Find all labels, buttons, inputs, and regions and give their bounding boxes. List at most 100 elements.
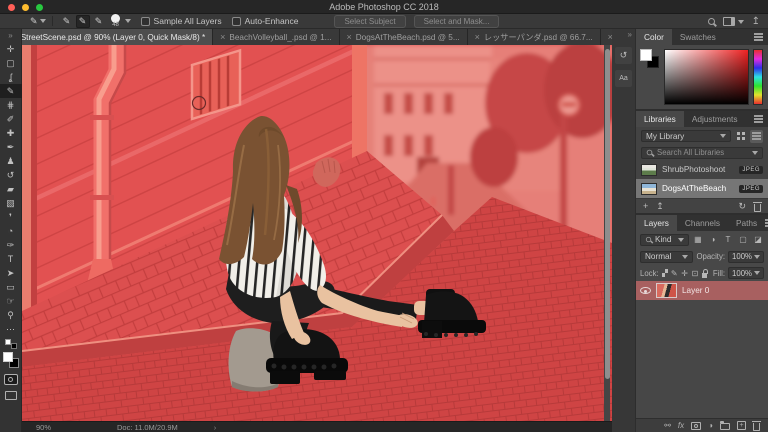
clone-stamp-tool[interactable]: ♟ xyxy=(0,154,22,168)
saturation-picker[interactable] xyxy=(664,49,749,105)
share-icon[interactable]: ↥ xyxy=(752,16,760,27)
shape-tool[interactable]: ▭ xyxy=(0,280,22,294)
add-layer-mask-icon[interactable] xyxy=(691,421,702,430)
tool-preset-caret-icon[interactable] xyxy=(39,19,46,23)
search-icon[interactable] xyxy=(707,18,715,25)
scrollbar-thumb[interactable] xyxy=(604,49,610,379)
link-layers-icon[interactable]: ⚯ xyxy=(664,421,671,430)
character-panel-icon[interactable]: Aa xyxy=(615,70,632,87)
lock-paint-icon[interactable]: ✎ xyxy=(671,267,678,280)
status-expander-icon[interactable]: › xyxy=(214,423,217,432)
lock-artboard-icon[interactable]: ⊡ xyxy=(691,267,699,280)
filter-type-select[interactable]: Kind xyxy=(640,233,689,246)
filter-smart-objects-icon[interactable]: ◪ xyxy=(752,233,764,246)
opacity-field[interactable]: 100% xyxy=(728,250,764,263)
filter-pixel-layers-icon[interactable]: ▦ xyxy=(692,233,704,246)
lock-transparency-icon[interactable] xyxy=(661,269,668,277)
quick-selection-tool[interactable]: ✎ xyxy=(0,84,22,98)
subtract-from-selection-button[interactable]: ✎ xyxy=(92,15,106,28)
foreground-color-swatch[interactable] xyxy=(640,49,652,61)
workspace-icon[interactable] xyxy=(722,17,735,26)
close-icon[interactable]: × xyxy=(347,32,352,42)
more-tools-button[interactable]: ⋯ xyxy=(0,322,22,336)
type-tool[interactable]: T xyxy=(0,252,22,266)
tool-preset-icon[interactable]: ✎ xyxy=(30,16,38,26)
tab-color[interactable]: Color xyxy=(636,29,672,45)
sample-all-layers-checkbox[interactable]: Sample All Layers xyxy=(140,16,222,26)
gradient-tool[interactable]: ▧ xyxy=(0,196,22,210)
eyedropper-tool[interactable]: ✐ xyxy=(0,112,22,126)
workspace-caret-icon[interactable] xyxy=(737,19,744,24)
close-icon[interactable]: × xyxy=(220,32,225,42)
select-and-mask-button[interactable]: Select and Mask... xyxy=(413,14,500,28)
tab-beachvolleyball[interactable]: × BeachVolleyball_.psd @ 1... xyxy=(213,29,340,45)
move-tool[interactable]: ✛ xyxy=(0,42,22,56)
quick-mask-mode-button[interactable] xyxy=(3,374,18,385)
upload-icon[interactable]: ↥ xyxy=(656,201,664,212)
add-content-icon[interactable]: + xyxy=(643,201,648,211)
new-adjustment-layer-icon[interactable]: ◑ xyxy=(708,421,713,430)
eraser-tool[interactable]: ▰ xyxy=(0,182,22,196)
close-icon[interactable]: × xyxy=(475,32,480,42)
path-selection-tool[interactable]: ➤ xyxy=(0,266,22,280)
brush-size-picker[interactable]: 48 xyxy=(109,14,123,28)
history-panel-icon[interactable]: ↺ xyxy=(615,47,632,64)
delete-library-item-icon[interactable] xyxy=(753,201,762,212)
tab-adjustments[interactable]: Adjustments xyxy=(684,111,746,127)
tools-collapse-icon[interactable]: » xyxy=(8,29,12,42)
foreground-color-swatch[interactable] xyxy=(2,352,13,362)
layer-effects-icon[interactable]: fx xyxy=(678,421,684,430)
tab-channels[interactable]: Channels xyxy=(677,215,728,231)
hand-tool[interactable]: ☞ xyxy=(0,294,22,308)
filter-type-layers-icon[interactable]: T xyxy=(722,233,734,246)
healing-brush-tool[interactable]: ✚ xyxy=(0,126,22,140)
zoom-tool[interactable]: ⚲ xyxy=(0,308,22,322)
lock-all-icon[interactable] xyxy=(701,268,708,278)
add-to-selection-button[interactable]: ✎ xyxy=(75,14,90,28)
filter-adjustment-layers-icon[interactable]: ◑ xyxy=(707,233,719,246)
tab-dogsatthebeach-psd[interactable]: × DogsAtTheBeach.psd @ 5... xyxy=(339,29,468,45)
delete-layer-icon[interactable] xyxy=(752,421,761,431)
brush-size-caret-icon[interactable] xyxy=(124,19,131,23)
canvas-vertical-scrollbar[interactable] xyxy=(604,45,610,421)
foreground-background-swatches[interactable] xyxy=(2,352,19,368)
blend-mode-select[interactable]: Normal xyxy=(640,250,694,263)
auto-enhance-checkbox[interactable]: Auto-Enhance xyxy=(231,16,298,26)
sync-icon[interactable]: ↻ xyxy=(738,201,746,212)
layer-thumbnail[interactable] xyxy=(656,283,677,298)
list-view-button[interactable] xyxy=(750,129,763,143)
screen-mode-button[interactable] xyxy=(4,391,17,400)
library-item-dogsatthebeach[interactable]: DogsAtTheBeach JPEG xyxy=(636,179,768,198)
new-selection-button[interactable]: ✎ xyxy=(60,15,74,28)
tab-swatches[interactable]: Swatches xyxy=(672,29,724,45)
lasso-tool[interactable]: ʆ xyxy=(0,70,22,84)
grid-view-button[interactable] xyxy=(734,130,747,143)
new-layer-icon[interactable]: + xyxy=(737,421,746,430)
layer-visibility-icon[interactable] xyxy=(640,287,651,294)
library-select[interactable]: My Library xyxy=(641,130,731,142)
lock-position-icon[interactable]: ✛ xyxy=(681,267,688,280)
select-subject-button[interactable]: Select Subject xyxy=(334,14,406,28)
brush-tool[interactable]: ✒ xyxy=(0,140,22,154)
library-search-input[interactable]: Search All Libraries xyxy=(641,146,763,159)
panel-menu-icon[interactable] xyxy=(754,36,763,38)
history-brush-tool[interactable]: ↺ xyxy=(0,168,22,182)
zoom-level-field[interactable]: 90% xyxy=(36,423,51,432)
dock-collapse-icon[interactable]: » xyxy=(628,29,632,41)
panel-menu-icon[interactable] xyxy=(754,118,763,120)
layer-row-layer0[interactable]: Layer 0 xyxy=(636,281,768,300)
tab-streetscene[interactable]: × StreetScene.psd @ 90% (Layer 0, Quick … xyxy=(4,29,214,45)
tab-layers[interactable]: Layers xyxy=(636,215,677,231)
marquee-tool[interactable]: ▢ xyxy=(0,56,22,70)
document-canvas[interactable] xyxy=(22,45,612,421)
blur-tool[interactable]: ❜ xyxy=(0,210,22,224)
tab-paths[interactable]: Paths xyxy=(728,215,765,231)
tab-libraries[interactable]: Libraries xyxy=(636,111,684,127)
crop-tool[interactable]: ⋕ xyxy=(0,98,22,112)
hue-slider[interactable] xyxy=(753,49,763,105)
dodge-tool[interactable]: ◔ xyxy=(0,224,22,238)
tab-lesserpanda[interactable]: × レッサーパンダ.psd @ 66.7... xyxy=(467,29,601,45)
filter-shape-layers-icon[interactable]: ▢ xyxy=(737,233,749,246)
library-item-shrubphotoshoot[interactable]: ShrubPhotoshoot JPEG xyxy=(636,160,768,179)
new-group-icon[interactable] xyxy=(720,421,730,430)
